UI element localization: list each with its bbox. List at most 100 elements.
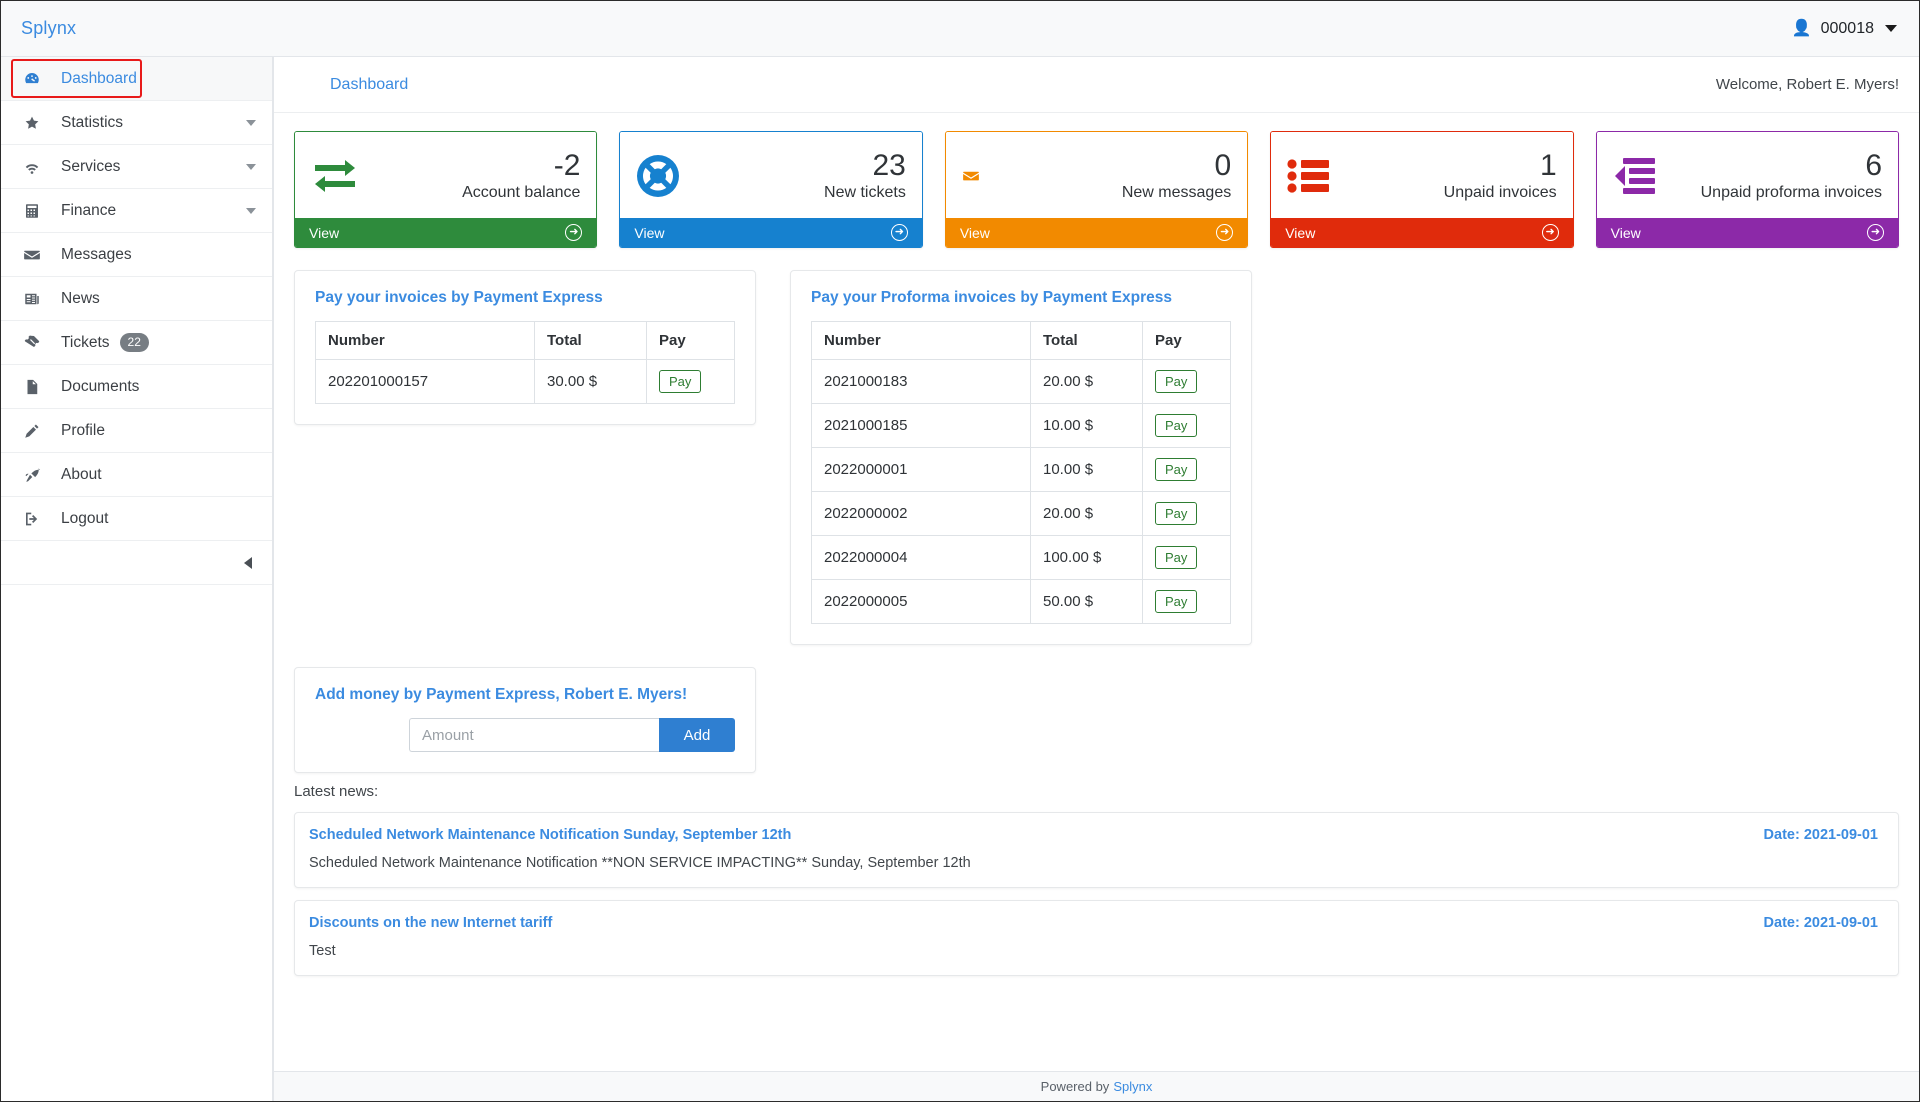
sidebar-item-label: Finance (61, 201, 117, 219)
user-menu[interactable]: 👤 000018 (1792, 20, 1897, 38)
stat-card-value: -2 (553, 148, 581, 182)
table-row: 2022000005 50.00 $ Pay (811, 579, 1231, 624)
sidebar-item-statistics[interactable]: Statistics (1, 101, 272, 145)
stat-card-view-button[interactable]: View ➜ (295, 218, 597, 247)
stat-card-value: 6 (1865, 148, 1883, 182)
sidebar-item-about[interactable]: About (1, 453, 272, 497)
invoices-table: Number Total Pay 202201000157 30.00 $ Pay (315, 321, 735, 404)
sidebar-item-label: Dashboard (61, 69, 137, 87)
invoice-pay-cell: Pay (1142, 359, 1231, 404)
stat-card-new-messages[interactable]: 0 New messages View ➜ (944, 131, 1249, 248)
invoice-total-cell: 100.00 $ (1030, 535, 1143, 580)
sidebar-item-label: Statistics (61, 113, 124, 131)
stat-card-view-button[interactable]: View ➜ (620, 218, 922, 247)
amount-input[interactable] (409, 718, 659, 752)
table-row: 2022000004 100.00 $ Pay (811, 535, 1231, 580)
invoice-number-cell: 2022000005 (811, 579, 1031, 624)
stat-card-row: -2 Account balance View ➜ 23 New tickets View ➜… (294, 131, 1900, 248)
sidebar-item-finance[interactable]: Finance (1, 189, 272, 233)
stat-card-values: -2 Account balance (462, 150, 580, 203)
stat-card-view-button[interactable]: View ➜ (1271, 218, 1573, 247)
add-money-button[interactable]: Add (659, 718, 735, 752)
invoice-number-cell: 2022000004 (811, 535, 1031, 580)
stat-card-view-label: View (309, 224, 340, 241)
chevron-down-icon[interactable] (246, 119, 256, 126)
sidebar-item-label: Tickets (61, 333, 110, 351)
news-main: Scheduled Network Maintenance Notificati… (309, 827, 1764, 871)
chevron-down-icon[interactable] (246, 163, 256, 170)
stat-card-values: 23 New tickets (824, 150, 906, 203)
arrow-right-icon: ➜ (1216, 224, 1234, 241)
sidebar-item-label: Profile (61, 421, 105, 439)
table-column-header: Total (1030, 321, 1143, 360)
news-list: Scheduled Network Maintenance Notificati… (294, 812, 1899, 976)
document-icon (23, 378, 49, 396)
table-column-header: Number (811, 321, 1031, 360)
invoice-number-cell: 2021000185 (811, 403, 1031, 448)
add-money-title: Add money by Payment Express, Robert E. … (315, 686, 688, 703)
chevron-down-icon (1885, 25, 1897, 32)
sidebar-item-tickets[interactable]: Tickets 22 (1, 321, 272, 365)
breadcrumb-bar: Dashboard Welcome, Robert E. Myers! (274, 57, 1919, 113)
table-column-header: Total (534, 321, 647, 360)
stat-card-label: Unpaid proforma invoices (1700, 184, 1883, 202)
stat-card-view-label: View (634, 224, 665, 241)
sidebar-item-services[interactable]: Services (1, 145, 272, 189)
stat-card-top: 23 New tickets (620, 132, 922, 218)
pay-button[interactable]: Pay (1155, 502, 1198, 525)
logout-icon (23, 510, 49, 528)
stat-card-values: 0 New messages (1122, 150, 1231, 203)
invoice-pay-cell: Pay (1142, 579, 1231, 624)
stat-card-new-tickets[interactable]: 23 New tickets View ➜ (619, 131, 923, 248)
proforma-panel: Pay your Proforma invoices by Payment Ex… (790, 270, 1252, 645)
table-header-row: Number Total Pay (811, 321, 1231, 360)
breadcrumb[interactable]: Dashboard (330, 76, 408, 94)
stat-card-unpaid-invoices[interactable]: 1 Unpaid invoices View ➜ (1270, 131, 1574, 248)
news-title[interactable]: Scheduled Network Maintenance Notificati… (309, 827, 1764, 843)
footer-text: Powered by (1040, 1079, 1110, 1094)
sidebar-collapse-button[interactable] (1, 541, 272, 585)
stat-card-view-button[interactable]: View ➜ (1596, 218, 1899, 247)
body-split: Dashboard Statistics Services Finance Messag… (1, 57, 1919, 1101)
chevron-down-icon[interactable] (246, 207, 256, 214)
stat-card-view-label: View (1285, 224, 1316, 241)
calculator-icon (23, 202, 49, 220)
stat-card-value: 23 (872, 148, 906, 182)
pay-button[interactable]: Pay (1155, 590, 1198, 613)
stat-card-top: -2 Account balance (295, 132, 597, 218)
invoice-total-cell: 10.00 $ (1030, 447, 1143, 492)
stat-card-values: 1 Unpaid invoices (1444, 150, 1557, 203)
pencil-icon (23, 422, 49, 440)
footer-splynx-link[interactable]: Splynx (1113, 1079, 1152, 1094)
stat-card-unpaid-proforma-invoices[interactable]: 6 Unpaid proforma invoices View ➜ (1595, 131, 1900, 248)
stat-card-view-label: View (1610, 224, 1641, 241)
pay-button[interactable]: Pay (1155, 414, 1198, 437)
stat-card-top: 1 Unpaid invoices (1271, 132, 1573, 218)
sidebar-item-logout[interactable]: Logout (1, 497, 272, 541)
brand-logo[interactable]: Splynx (21, 18, 76, 39)
sidebar-item-documents[interactable]: Documents (1, 365, 272, 409)
sidebar-item-dashboard[interactable]: Dashboard (1, 57, 272, 101)
proforma-list-icon (1613, 156, 1669, 196)
main-content: Dashboard Welcome, Robert E. Myers! -2 Ac… (273, 57, 1919, 1101)
pay-button[interactable]: Pay (1155, 546, 1198, 569)
stat-card-value: 0 (1214, 148, 1232, 182)
stat-card-view-button[interactable]: View ➜ (945, 218, 1248, 247)
sidebar-item-label: News (61, 289, 100, 307)
sidebar-item-news[interactable]: News (1, 277, 272, 321)
sidebar-item-profile[interactable]: Profile (1, 409, 272, 453)
news-date: Date: 2021-09-01 (1763, 827, 1878, 843)
invoice-number-cell: 2022000001 (811, 447, 1031, 492)
sidebar: Dashboard Statistics Services Finance Messag… (1, 57, 273, 1101)
exchange-arrows-icon (311, 155, 367, 197)
news-title[interactable]: Discounts on the new Internet tariff (309, 915, 1764, 931)
pay-button[interactable]: Pay (1155, 370, 1198, 393)
stat-card-top: 6 Unpaid proforma invoices (1596, 132, 1899, 218)
latest-news-heading: Latest news: (294, 783, 379, 800)
scroll-area: -2 Account balance View ➜ 23 New tickets View ➜… (274, 113, 1919, 1071)
lifebuoy-icon (636, 154, 692, 198)
sidebar-item-messages[interactable]: Messages (1, 233, 272, 277)
stat-card-account-balance[interactable]: -2 Account balance View ➜ (294, 131, 598, 248)
pay-button[interactable]: Pay (659, 370, 702, 393)
pay-button[interactable]: Pay (1155, 458, 1198, 481)
